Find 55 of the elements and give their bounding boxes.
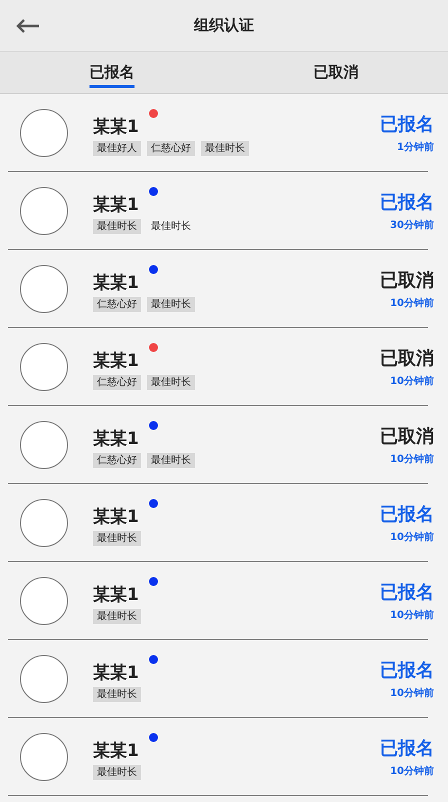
status-label: 已取消 xyxy=(380,346,434,370)
status-label: 已报名 xyxy=(380,502,434,526)
tag: 最佳时长 xyxy=(147,375,195,390)
tag: 最佳时长 xyxy=(147,297,195,312)
tag: 仁慈心好 xyxy=(93,297,141,312)
time-label: 10分钟前 xyxy=(390,374,434,388)
tag: 仁慈心好 xyxy=(147,141,195,156)
status-label: 已报名 xyxy=(380,736,434,760)
avatar-circle xyxy=(20,420,68,468)
member-name: 某某1 xyxy=(93,740,139,762)
tag: 最佳好人 xyxy=(93,141,141,156)
avatar-circle xyxy=(20,732,68,780)
tag: 仁慈心好 xyxy=(93,453,141,468)
avatar-circle xyxy=(20,498,68,546)
avatar-circle xyxy=(20,342,68,390)
tag: 最佳时长 xyxy=(201,141,249,156)
time-label: 10分钟前 xyxy=(390,686,434,700)
time-label: 1分钟前 xyxy=(397,140,434,154)
tab[interactable]: 已报名 xyxy=(0,52,224,93)
page-title: 组织认证 xyxy=(194,16,254,35)
time-label: 10分钟前 xyxy=(390,452,434,466)
member-name: 某某1 xyxy=(93,194,139,216)
status-label: 已报名 xyxy=(380,112,434,136)
status-label: 已取消 xyxy=(380,268,434,292)
time-label: 10分钟前 xyxy=(390,764,434,778)
member-name: 某某1 xyxy=(93,272,139,294)
member-name: 某某1 xyxy=(93,506,139,528)
tag: 仁慈心好 xyxy=(93,375,141,390)
time-label: 30分钟前 xyxy=(390,218,434,232)
status-label: 已报名 xyxy=(380,580,434,604)
tag: 最佳时长 xyxy=(93,687,141,702)
member-name: 某某1 xyxy=(93,584,139,606)
tag: 最佳时长 xyxy=(93,609,141,624)
status-label: 已取消 xyxy=(380,424,434,448)
member-name: 某某1 xyxy=(93,428,139,450)
time-label: 10分钟前 xyxy=(390,530,434,544)
avatar-circle xyxy=(20,108,68,156)
tab[interactable]: 已取消 xyxy=(224,52,448,93)
tag: 最佳时长 xyxy=(93,219,141,234)
member-name: 某某1 xyxy=(93,662,139,684)
tag: 最佳时长 xyxy=(147,219,195,234)
back-arrow-icon[interactable] xyxy=(16,19,40,33)
time-label: 10分钟前 xyxy=(390,608,434,622)
member-name: 某某1 xyxy=(93,116,139,138)
status-label: 已报名 xyxy=(380,190,434,214)
tag: 最佳时长 xyxy=(93,531,141,546)
status-label: 已报名 xyxy=(380,658,434,682)
tag: 最佳时长 xyxy=(93,765,141,780)
avatar-circle xyxy=(20,576,68,624)
tag: 最佳时长 xyxy=(147,453,195,468)
member-name: 某某1 xyxy=(93,350,139,372)
avatar-circle xyxy=(20,264,68,312)
time-label: 10分钟前 xyxy=(390,296,434,310)
avatar-circle xyxy=(20,654,68,702)
avatar-circle xyxy=(20,186,68,234)
